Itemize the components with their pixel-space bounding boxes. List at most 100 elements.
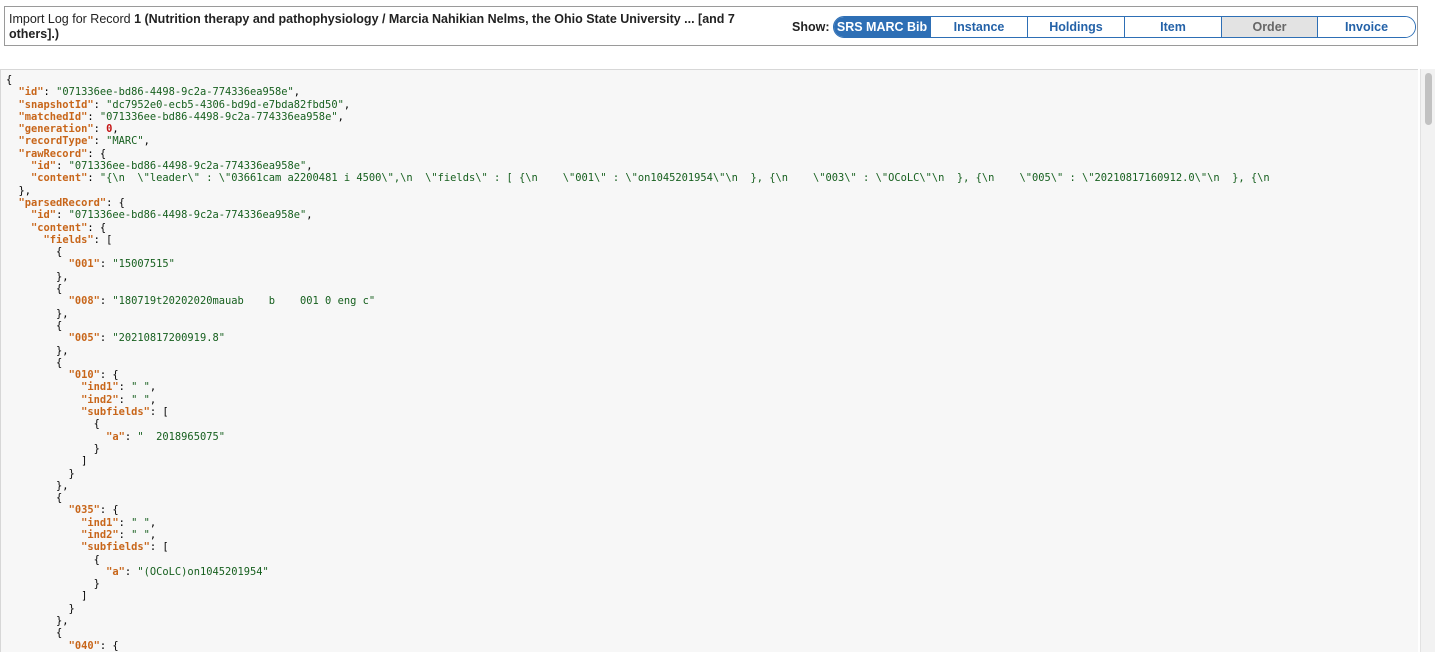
json-string-value: " 2018965075" [137,430,225,443]
json-line: "ind1": " ", [6,517,1416,529]
json-line: }, [6,345,1416,357]
json-punctuation: { [6,74,13,86]
json-string-value: "071336ee-bd86-4498-9c2a-774336ea958e" [56,86,294,99]
json-line: "snapshotId": "dc7952e0-ecb5-4306-bd9d-e… [6,99,1416,111]
json-punctuation: : [93,135,107,148]
json-punctuation: , [306,160,313,173]
json-punctuation: : [43,86,57,99]
json-key: "008" [68,295,100,308]
json-punctuation [6,431,106,443]
json-punctuation [6,160,31,172]
json-line: { [6,418,1416,430]
json-punctuation: ] [6,590,88,603]
json-line: "content": "{\n \"leader\" : \"03661cam … [6,172,1416,184]
json-punctuation: , [149,381,157,394]
json-string-value: " " [131,516,150,529]
json-punctuation [6,517,81,529]
json-punctuation: : [87,110,100,123]
json-line: "recordType": "MARC", [6,135,1416,147]
title-prefix: Import Log for Record [9,12,135,26]
json-punctuation: : [99,258,113,271]
json-punctuation [6,529,81,541]
json-punctuation [6,222,31,234]
json-key: "content" [31,172,88,185]
json-punctuation: : [87,172,100,185]
json-line: "id": "071336ee-bd86-4498-9c2a-774336ea9… [6,160,1416,172]
json-scrollbar[interactable] [1420,69,1435,652]
json-punctuation [6,148,19,160]
json-line: "035": { [6,504,1416,516]
json-punctuation: : [124,430,138,443]
json-line: "a": " 2018965075" [6,431,1416,443]
json-punctuation: : [ [149,406,169,419]
json-punctuation: : { [87,221,107,234]
json-string-value: "dc7952e0-ecb5-4306-bd9d-e7bda82fbd50" [106,98,344,111]
json-line: }, [6,308,1416,320]
json-punctuation: , [306,209,313,222]
json-punctuation [6,394,81,406]
json-punctuation: , [149,393,157,406]
json-content: { "id": "071336ee-bd86-4498-9c2a-774336e… [6,74,1416,652]
json-key: "parsedRecord" [18,196,107,209]
json-line: } [6,578,1416,590]
json-line: "001": "15007515" [6,258,1416,270]
json-line: ] [6,590,1416,602]
json-line: { [6,554,1416,566]
json-string-value: "071336ee-bd86-4498-9c2a-774336ea958e" [68,160,307,173]
json-punctuation [6,172,31,184]
json-line: "040": { [6,640,1416,652]
json-punctuation: } [6,442,100,455]
json-punctuation: : [93,123,107,136]
json-viewer[interactable]: { "id": "071336ee-bd86-4498-9c2a-774336e… [0,69,1418,652]
json-key: "ind2" [81,393,119,406]
json-punctuation [6,332,69,344]
json-line: { [6,283,1416,295]
json-key: "id" [18,86,44,99]
json-string-value: " " [131,528,150,541]
json-line: "parsedRecord": { [6,197,1416,209]
json-line: }, [6,271,1416,283]
json-punctuation [6,123,19,135]
json-key: "005" [68,332,100,345]
json-string-value: " " [131,393,150,406]
show-invoice-button[interactable]: Invoice [1318,17,1415,37]
json-punctuation [6,381,81,393]
json-key: "ind2" [81,528,119,541]
json-punctuation: }, [6,307,69,320]
json-key: "ind1" [81,516,119,529]
json-punctuation [6,197,19,209]
json-punctuation: : [124,565,138,578]
json-string-value: "15007515" [112,258,175,271]
json-punctuation: { [6,553,100,566]
json-line: "a": "(OCoLC)on1045201954" [6,566,1416,578]
json-punctuation: , [143,135,150,148]
json-key: "010" [68,369,100,382]
json-line: { [6,627,1416,639]
json-punctuation: , [112,123,119,136]
show-srs-marc-bib-button[interactable]: SRS MARC Bib [834,17,931,37]
json-key: "content" [31,221,88,234]
show-holdings-button[interactable]: Holdings [1028,17,1125,37]
json-string-value: "(OCoLC)on1045201954" [137,565,269,578]
json-punctuation [6,234,44,246]
json-punctuation [6,86,19,98]
scrollbar-thumb[interactable] [1425,73,1432,125]
json-line: { [6,246,1416,258]
show-instance-button[interactable]: Instance [931,17,1028,37]
json-punctuation: : [118,381,132,394]
json-punctuation: ] [6,455,88,468]
json-punctuation [6,406,81,418]
json-punctuation: : [93,98,107,111]
json-punctuation: } [6,578,100,591]
json-key: "generation" [18,123,94,136]
json-punctuation: : [118,393,132,406]
json-line: "ind2": " ", [6,394,1416,406]
json-line: { [6,492,1416,504]
json-string-value: "071336ee-bd86-4498-9c2a-774336ea958e" [99,110,338,123]
json-line: }, [6,480,1416,492]
show-item-button[interactable]: Item [1125,17,1222,37]
json-punctuation: : { [87,147,107,160]
json-line: "fields": [ [6,234,1416,246]
json-key: "ind1" [81,381,119,394]
json-key: "matchedId" [18,110,88,123]
